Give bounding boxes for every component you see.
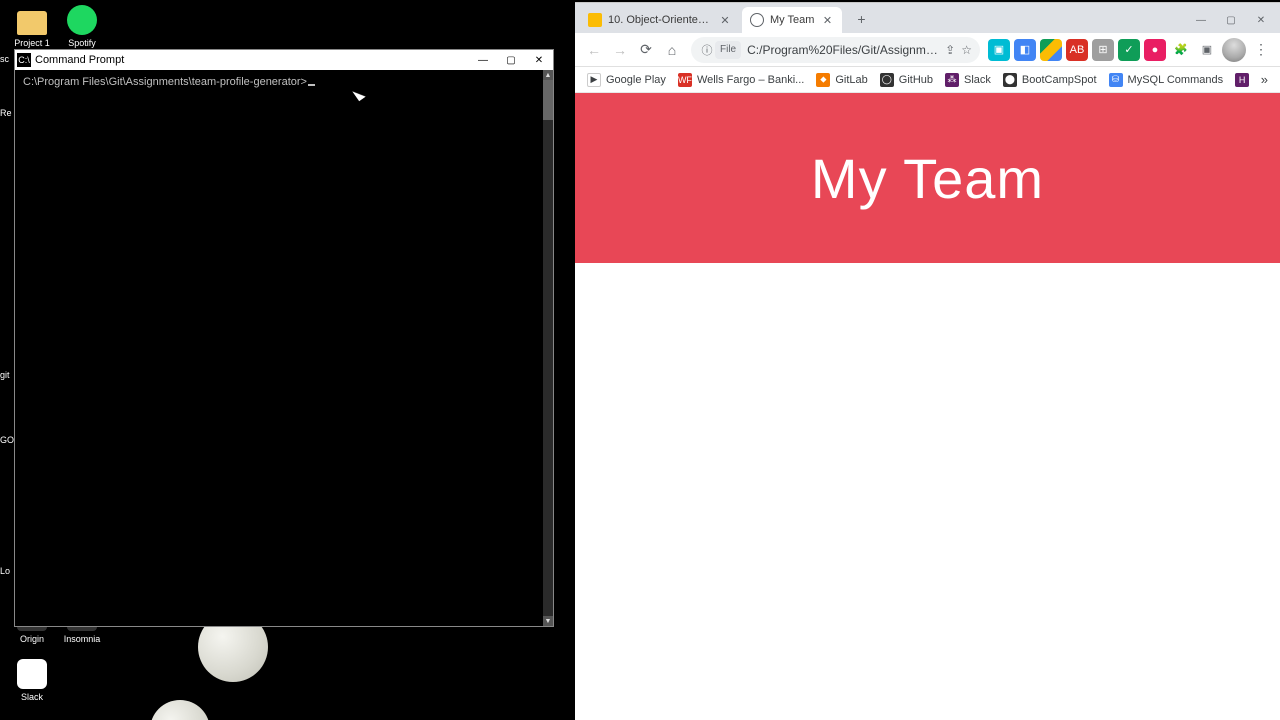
nav-reload-button[interactable]: ⟳ bbox=[633, 37, 659, 63]
bookmark-label: GitHub bbox=[899, 74, 933, 86]
nav-back-button[interactable]: ← bbox=[581, 37, 607, 63]
chrome-menu-button[interactable]: ⋮ bbox=[1248, 37, 1274, 63]
bookmark-label: MySQL Commands bbox=[1128, 74, 1224, 86]
cmd-icon: C:\ bbox=[17, 53, 31, 67]
bookmark-favicon-icon: ⛁ bbox=[1109, 73, 1123, 87]
bookmarks-overflow-button[interactable]: » bbox=[1255, 72, 1274, 87]
scroll-thumb[interactable] bbox=[543, 80, 553, 120]
bookmark-label: GitLab bbox=[835, 74, 867, 86]
ext1-icon[interactable]: ▣ bbox=[988, 39, 1010, 61]
desktop-icon-label-clipped: sc bbox=[0, 54, 9, 64]
bookmark-item[interactable]: ▶ Google Play bbox=[581, 69, 672, 91]
browser-minimize-button[interactable]: — bbox=[1186, 9, 1216, 31]
extensions-puzzle-icon[interactable]: 🧩 bbox=[1170, 39, 1192, 61]
tab-label: My Team bbox=[770, 14, 814, 26]
desktop-icon-slack[interactable]: ⁂ Slack bbox=[8, 658, 56, 702]
browser-maximize-button[interactable]: ▢ bbox=[1216, 9, 1246, 31]
tab-favicon-icon bbox=[588, 13, 602, 27]
bookmark-favicon-icon: ⬥ bbox=[816, 73, 830, 87]
nav-forward-button[interactable]: → bbox=[607, 37, 633, 63]
bookmark-label: Wells Fargo – Banki... bbox=[697, 74, 804, 86]
chrome-window: 10. Object-Oriented Programmi ✕ My Team ✕ +… bbox=[575, 2, 1280, 720]
desktop-icon-label-clipped: git bbox=[0, 370, 10, 380]
bookmark-favicon-icon: ▶ bbox=[587, 73, 601, 87]
bookmark-label: Google Play bbox=[606, 74, 666, 86]
folder-icon bbox=[16, 4, 48, 36]
terminal-close-button[interactable]: ✕ bbox=[525, 50, 553, 70]
bookmark-label: BootCampSpot bbox=[1022, 74, 1097, 86]
bookmark-item[interactable]: ⁂ Slack bbox=[939, 69, 997, 91]
desktop-icon-label: Slack bbox=[8, 692, 56, 702]
terminal-title: Command Prompt bbox=[35, 54, 124, 66]
scroll-down-icon[interactable]: ▼ bbox=[543, 616, 553, 626]
adblock-icon[interactable]: AB bbox=[1066, 39, 1088, 61]
bookmark-item[interactable]: ⬥ GitLab bbox=[810, 69, 873, 91]
google-drive-icon[interactable] bbox=[1040, 39, 1062, 61]
bookmark-item[interactable]: ⬤ BootCampSpot bbox=[997, 69, 1103, 91]
terminal-minimize-button[interactable]: — bbox=[469, 50, 497, 70]
nav-home-button[interactable]: ⌂ bbox=[659, 37, 685, 63]
command-prompt-window[interactable]: C:\ Command Prompt — ▢ ✕ C:\Program File… bbox=[14, 49, 554, 627]
terminal-cursor bbox=[308, 84, 315, 86]
browser-toolbar: ← → ⟳ ⌂ ⓘ File C:/Program%20Files/Git/As… bbox=[575, 33, 1280, 67]
new-tab-button[interactable]: + bbox=[849, 7, 873, 31]
bookmark-item[interactable]: WF Wells Fargo – Banki... bbox=[672, 69, 810, 91]
terminal-body[interactable]: C:\Program Files\Git\Assignments\team-pr… bbox=[15, 70, 553, 626]
wallpaper-moon bbox=[150, 700, 210, 720]
tab-favicon-icon bbox=[750, 13, 764, 27]
file-scheme-chip: File bbox=[715, 41, 741, 59]
ext5-icon[interactable]: ⊞ bbox=[1092, 39, 1114, 61]
ext7-icon[interactable]: ● bbox=[1144, 39, 1166, 61]
bookmark-item[interactable]: HHeroku bbox=[1229, 69, 1255, 91]
address-bar[interactable]: ⓘ File C:/Program%20Files/Git/Assignment… bbox=[691, 37, 980, 63]
desktop-icon-spotify[interactable]: Spotify bbox=[58, 4, 106, 48]
desktop-icon-project-1[interactable]: Project 1 bbox=[8, 4, 56, 48]
bookmark-label: Slack bbox=[964, 74, 991, 86]
terminal-titlebar[interactable]: C:\ Command Prompt — ▢ ✕ bbox=[15, 50, 553, 70]
ext2-icon[interactable]: ◧ bbox=[1014, 39, 1036, 61]
scroll-up-icon[interactable]: ▲ bbox=[543, 70, 553, 80]
address-text: C:/Program%20Files/Git/Assignments/team-… bbox=[747, 43, 939, 57]
desktop-icon-label: Spotify bbox=[58, 38, 106, 48]
bookmark-favicon-icon: WF bbox=[678, 73, 692, 87]
side-panel-icon[interactable]: ▣ bbox=[1196, 39, 1218, 61]
page-title: My Team bbox=[811, 146, 1044, 211]
bookmark-favicon-icon: ◯ bbox=[880, 73, 894, 87]
site-info-icon[interactable]: ⓘ bbox=[699, 42, 715, 58]
browser-tab[interactable]: 10. Object-Oriented Programmi ✕ bbox=[580, 7, 740, 33]
terminal-maximize-button[interactable]: ▢ bbox=[497, 50, 525, 70]
terminal-scrollbar[interactable]: ▲ ▼ bbox=[543, 70, 553, 626]
page-header: My Team bbox=[575, 93, 1280, 263]
terminal-prompt: C:\Program Files\Git\Assignments\team-pr… bbox=[23, 76, 307, 88]
grammarly-icon[interactable]: ✓ bbox=[1118, 39, 1140, 61]
tab-label: 10. Object-Oriented Programmi bbox=[608, 14, 712, 26]
bookmark-star-icon[interactable]: ☆ bbox=[961, 43, 972, 57]
bookmark-item[interactable]: ⛁ MySQL Commands bbox=[1103, 69, 1230, 91]
browser-viewport: My Team bbox=[575, 93, 1280, 720]
profile-avatar[interactable] bbox=[1222, 38, 1246, 62]
desktop-icon-label: Origin bbox=[8, 634, 56, 644]
desktop-area: Project 1Spotify◆Origin◆Insomnia⁂Slack s… bbox=[0, 0, 575, 720]
browser-tab[interactable]: My Team ✕ bbox=[742, 7, 842, 33]
browser-close-button[interactable]: ✕ bbox=[1246, 9, 1276, 31]
desktop-icon-label: Project 1 bbox=[8, 38, 56, 48]
desktop-icon-label-clipped: GO bbox=[0, 435, 14, 445]
spotify-icon bbox=[66, 4, 98, 36]
bookmark-item[interactable]: ◯ GitHub bbox=[874, 69, 939, 91]
browser-tab-strip: 10. Object-Oriented Programmi ✕ My Team ✕ +… bbox=[575, 3, 1280, 33]
browser-window-controls: — ▢ ✕ bbox=[1186, 7, 1276, 33]
desktop-icon-label: Insomnia bbox=[58, 634, 106, 644]
bookmark-favicon-icon: ⁂ bbox=[945, 73, 959, 87]
extensions-area: ▣◧AB⊞✓●🧩▣ bbox=[986, 39, 1220, 61]
tab-close-button[interactable]: ✕ bbox=[820, 13, 834, 27]
desktop-icon-label-clipped: Re bbox=[0, 108, 12, 118]
share-icon[interactable]: ⇪ bbox=[945, 43, 955, 57]
slack-icon: ⁂ bbox=[16, 658, 48, 690]
bookmark-favicon-icon: ⬤ bbox=[1003, 73, 1017, 87]
bookmark-favicon-icon: H bbox=[1235, 73, 1249, 87]
desktop-icon-label-clipped: Lo bbox=[0, 566, 10, 576]
bookmarks-bar: ▶ Google Play WF Wells Fargo – Banki... ⬥ Git… bbox=[575, 67, 1280, 93]
tab-close-button[interactable]: ✕ bbox=[718, 13, 732, 27]
